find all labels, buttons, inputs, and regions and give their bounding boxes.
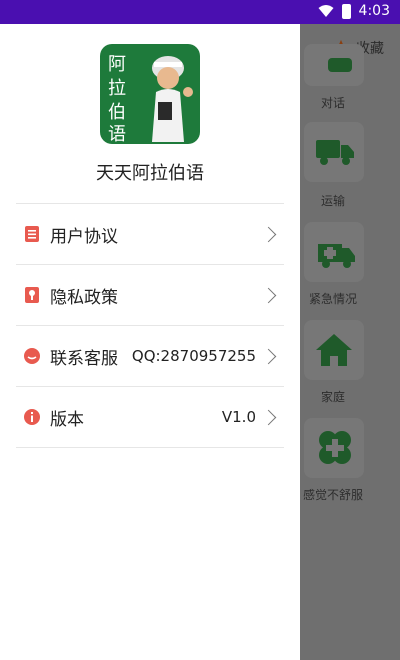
info-icon (24, 409, 40, 425)
battery-icon (341, 3, 351, 19)
category-tile-home[interactable] (304, 320, 364, 380)
menu-label-version: 版本 (50, 409, 84, 430)
privacy-icon (25, 287, 39, 303)
menu-item-version[interactable]: 版本 V1.0 (16, 386, 284, 448)
menu-label-customer-service: 联系客服 (50, 348, 118, 369)
chevron-right-icon (260, 409, 277, 425)
status-time: 4:03 (358, 3, 390, 19)
arab-man-icon (152, 56, 193, 142)
app-title: 天天阿拉伯语 (96, 163, 204, 184)
wifi-icon (318, 5, 334, 17)
medical-cross-icon (319, 431, 351, 464)
navigation-drawer: 阿 拉 伯 语 天天阿拉伯语 用户协议 隐私政策 联系客服 QQ:2870957… (0, 24, 300, 660)
menu-item-customer-service[interactable]: 联系客服 QQ:2870957255 (16, 325, 284, 386)
chat-icon (24, 348, 40, 364)
menu-item-privacy-policy[interactable]: 隐私政策 (16, 264, 284, 325)
version-number: V1.0 (221, 408, 256, 426)
drawer-menu: 用户协议 隐私政策 联系客服 QQ:2870957255 版本 V1.0 (16, 203, 284, 448)
ambulance-icon (318, 244, 355, 268)
menu-label-privacy-policy: 隐私政策 (50, 287, 118, 308)
menu-item-user-agreement[interactable]: 用户协议 (16, 203, 284, 264)
truck-icon (316, 140, 354, 165)
chevron-right-icon (260, 226, 277, 242)
chevron-right-icon (260, 348, 277, 364)
chevron-right-icon (260, 287, 277, 303)
chat-bubble-icon (328, 58, 352, 72)
customer-service-qq: QQ:2870957255 (131, 347, 256, 365)
menu-label-user-agreement: 用户协议 (50, 226, 118, 247)
app-logo: 阿 拉 伯 语 (100, 44, 200, 144)
status-bar: 4:03 (0, 0, 400, 24)
category-tile-emergency[interactable] (304, 222, 364, 282)
document-icon (25, 226, 39, 242)
category-tile-transport[interactable] (304, 122, 364, 182)
category-tile-unwell[interactable] (304, 418, 364, 478)
category-tile-chat[interactable] (304, 44, 364, 86)
home-icon (316, 334, 352, 366)
